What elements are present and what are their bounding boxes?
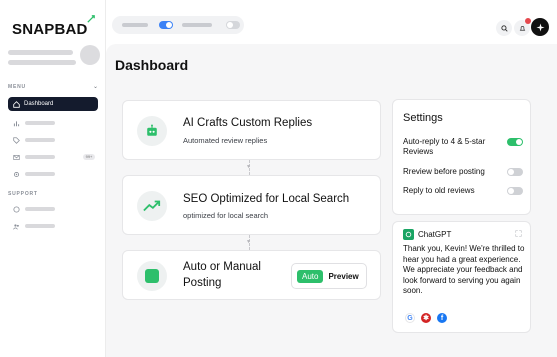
feature-card-posting[interactable]: Auto or Manual Posting Auto Preview xyxy=(122,250,381,300)
setting-label: Reply to old reviews xyxy=(403,186,475,195)
control-placeholder xyxy=(122,23,148,27)
sidebar-item-label-placeholder xyxy=(25,138,55,142)
search-button[interactable] xyxy=(496,20,512,36)
sidebar-item-tags[interactable] xyxy=(8,133,98,147)
support-section-label: SUPPORT xyxy=(8,191,38,197)
feature-subtitle: optimized for local search xyxy=(183,211,269,220)
trend-up-icon xyxy=(137,191,167,221)
feature-title-line1: Auto or Manual xyxy=(183,261,261,273)
main-content: Dashboard AI Crafts Custom Replies Autom… xyxy=(106,44,557,357)
expand-icon[interactable] xyxy=(515,230,522,237)
sidebar-item-help[interactable] xyxy=(8,202,98,216)
team-icon xyxy=(13,223,20,230)
top-bar xyxy=(106,12,557,42)
sidebar-item-analytics[interactable] xyxy=(8,116,98,130)
chart-icon xyxy=(13,120,20,127)
sidebar-item-label-placeholder xyxy=(25,224,55,228)
feature-title: SEO Optimized for Local Search xyxy=(183,193,350,205)
sparkle-icon xyxy=(86,15,95,23)
chat-header: ChatGPT xyxy=(403,229,451,240)
chatgpt-icon xyxy=(403,229,414,240)
chat-message: Thank you, Kevin! We're thrilled to hear… xyxy=(403,244,525,295)
facebook-icon[interactable]: f xyxy=(437,313,447,323)
auto-preview-toggle[interactable]: Auto Preview xyxy=(291,263,367,289)
feature-subtitle: Automated review replies xyxy=(183,136,268,145)
top-controls-pill xyxy=(112,16,244,34)
user-name-placeholder xyxy=(8,50,73,55)
review-source-icons: G ✱ f xyxy=(405,313,447,323)
toggle-switch[interactable] xyxy=(226,21,240,29)
tag-icon xyxy=(13,136,20,144)
sidebar-item-settings[interactable] xyxy=(8,167,98,181)
bell-icon xyxy=(519,25,525,31)
yelp-icon[interactable]: ✱ xyxy=(421,313,431,323)
sidebar-item-team[interactable] xyxy=(8,219,98,233)
chatgpt-reply-card: ChatGPT Thank you, Kevin! We're thrilled… xyxy=(392,221,531,333)
help-icon xyxy=(13,205,20,213)
google-icon[interactable]: G xyxy=(405,313,415,323)
mail-icon xyxy=(13,154,20,161)
sidebar-item-dashboard[interactable]: Dashboard xyxy=(8,97,98,111)
page-title: Dashboard xyxy=(115,57,189,73)
avatar[interactable] xyxy=(80,45,100,65)
old-reviews-toggle[interactable] xyxy=(507,187,523,195)
feature-card-seo[interactable]: SEO Optimized for Local Search optimized… xyxy=(122,175,381,235)
gear-icon xyxy=(13,171,20,178)
sparkle-icon xyxy=(535,22,545,32)
auto-option[interactable]: Auto xyxy=(297,269,324,283)
sidebar: SNAPBAD MENU ⌄ Dashboard 99+ SUPPORT xyxy=(0,0,106,357)
chat-source-name: ChatGPT xyxy=(418,230,452,239)
sidebar-item-label-placeholder xyxy=(25,155,55,159)
setting-row-auto-reply: Auto-reply to 4 & 5-star Reviews xyxy=(403,137,523,159)
sidebar-item-label-placeholder xyxy=(25,121,55,125)
ai-assistant-button[interactable] xyxy=(531,18,549,36)
notifications-button[interactable] xyxy=(514,18,531,36)
menu-section-label: MENU xyxy=(8,84,26,90)
feature-title-line2: Posting xyxy=(183,277,222,289)
brand-name: SNAPBAD xyxy=(12,21,88,38)
auto-reply-toggle[interactable] xyxy=(507,138,523,146)
chevron-down-icon: ▼ xyxy=(246,239,251,245)
setting-row-old-reviews: Reply to old reviews xyxy=(403,186,523,196)
preview-option[interactable]: Preview xyxy=(328,272,358,281)
search-icon xyxy=(500,24,508,32)
control-placeholder xyxy=(182,23,212,27)
setting-label: Rreview before posting xyxy=(403,167,485,176)
messages-count-badge: 99+ xyxy=(83,154,95,160)
chevron-down-icon: ▼ xyxy=(246,164,251,170)
sidebar-item-label-placeholder xyxy=(25,207,55,211)
notification-dot xyxy=(525,18,531,24)
settings-title: Settings xyxy=(403,112,443,124)
setting-label: Auto-reply to 4 & 5-star Reviews xyxy=(403,137,486,156)
review-before-posting-toggle[interactable] xyxy=(507,168,523,176)
feature-card-ai-replies[interactable]: AI Crafts Custom Replies Automated revie… xyxy=(122,100,381,160)
toggle-switch[interactable] xyxy=(159,21,173,29)
chevron-down-icon[interactable]: ⌄ xyxy=(93,83,98,90)
settings-card: Settings Auto-reply to 4 & 5-star Review… xyxy=(392,99,531,215)
sidebar-item-label-placeholder xyxy=(25,172,55,176)
user-email-placeholder xyxy=(8,60,76,65)
feature-title: AI Crafts Custom Replies xyxy=(183,117,313,129)
brand-logo[interactable]: SNAPBAD xyxy=(12,15,95,38)
sidebar-item-label: Dashboard xyxy=(24,101,54,107)
home-icon xyxy=(13,100,20,108)
robot-icon xyxy=(137,116,167,146)
setting-row-review-before-posting: Rreview before posting xyxy=(403,167,523,177)
square-app-icon xyxy=(137,261,167,291)
